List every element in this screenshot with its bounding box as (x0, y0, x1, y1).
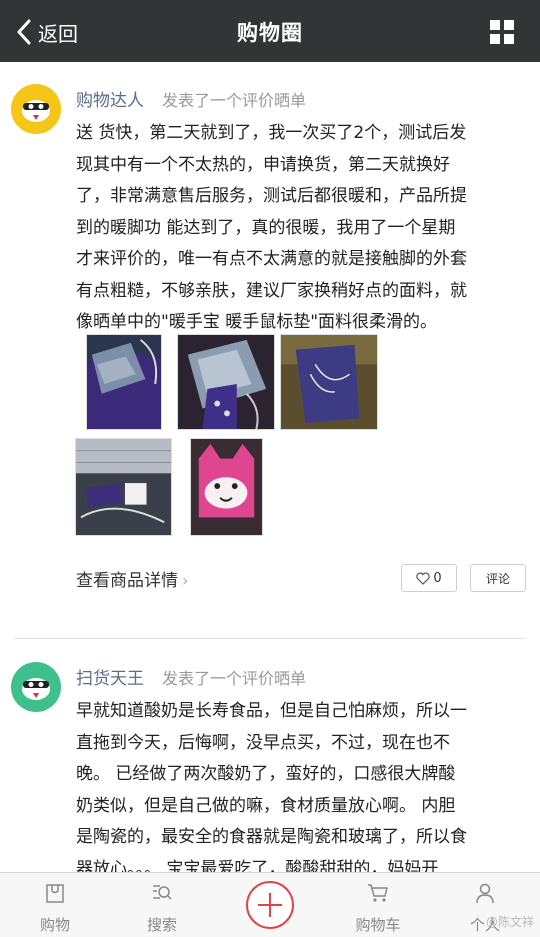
person-icon (476, 883, 494, 904)
bird-mascot-icon (22, 678, 50, 700)
publish-button[interactable] (246, 881, 294, 929)
purple-foot-warmer-photo[interactable] (86, 334, 162, 430)
like-count: 0 (433, 570, 442, 586)
post-body-line: 有点粗糙，不够亲肤，建议厂家换稍好点的面料，就 (76, 280, 467, 301)
post-divider (14, 638, 526, 639)
like-button[interactable]: 0 (401, 564, 457, 592)
post-body: 送 货快，第二天就到了，我一次买了2个，测试后发 现其中有一个不太热的，申请换货… (76, 118, 526, 339)
usb-warmer-setup-photo[interactable] (75, 438, 172, 536)
search-icon (153, 885, 172, 900)
post-body-line: 现其中有一个不太热的，申请换货，第二天就换好 (76, 154, 450, 175)
navigation-bar: 返回 购物圈 (0, 0, 540, 62)
post-body-line: 到的暖脚功 能达到了，真的很暖，我用了一个星期 (76, 217, 456, 238)
post-card: 扫货天王 发表了一个评价晒单 早就知道酸奶是长寿食品，但是自己怕麻烦，所以一 直… (0, 640, 540, 872)
tab-search[interactable]: 搜索 (117, 873, 207, 937)
post-body-line: 晚。 已经做了两次酸奶了，蛮好的，口感很大牌酸 (76, 764, 456, 784)
page-title: 购物圈 (237, 21, 303, 45)
post-username[interactable]: 扫货天王 (76, 664, 144, 689)
feed[interactable]: 购物达人 发表了一个评价晒单 送 货快，第二天就到了，我一次买了2个，测试后发 … (0, 62, 540, 872)
post-body-line: 是陶瓷的，最安全的食器就是陶瓷和玻璃了，所以食 (76, 827, 467, 847)
post-card: 购物达人 发表了一个评价晒单 送 货快，第二天就到了，我一次买了2个，测试后发 … (0, 62, 540, 632)
cart-icon (368, 884, 388, 902)
tab-cart-label: 购物车 (355, 916, 401, 934)
avatar[interactable] (11, 662, 61, 712)
comment-label: 评论 (485, 571, 510, 586)
bird-mascot-icon (22, 100, 50, 122)
watermark: @陈文祥 (485, 915, 534, 929)
floral-foot-warmer-photo[interactable] (177, 334, 275, 430)
detail-link-label: 查看商品详情 (76, 571, 178, 591)
post-body-line: 送 货快，第二天就到了，我一次买了2个，测试后发 (76, 123, 467, 143)
chevron-right-icon: › (182, 571, 189, 590)
tab-bar: 购物 搜索 购物车 个人 @陈文祥 (0, 872, 540, 937)
post-body-line: 奶类似，但是自己做的嘛，食材质量放心啊。 内胆 (76, 795, 456, 816)
comment-button[interactable]: 评论 (470, 564, 526, 592)
post-body: 早就知道酸奶是长寿食品，但是自己怕麻烦，所以一 直拖到今天，后悔啊，没早点买，不… (76, 696, 526, 872)
post-action-text: 发表了一个评价晒单 (162, 669, 307, 688)
view-product-detail-link[interactable]: 查看商品详情 › (76, 566, 188, 591)
post-body-line: 早就知道酸奶是长寿食品，但是自己怕麻烦，所以一 (76, 701, 467, 721)
tab-shopping[interactable]: 购物 (10, 873, 100, 937)
grid-icon[interactable] (490, 20, 514, 44)
post-body-line: 器放心。。。 宝宝最爱吃了，酸酸甜甜的，妈妈开 (76, 858, 439, 873)
tab-search-label: 搜索 (146, 916, 177, 934)
shopping-bag-icon (46, 884, 64, 903)
pink-fox-cushion-photo[interactable] (190, 438, 263, 536)
tab-cart[interactable]: 购物车 (333, 873, 423, 937)
post-body-line: 了，非常满意售后服务，测试后都很暖和，产品所提 (76, 186, 467, 206)
purple-pouch-photo[interactable] (280, 334, 378, 430)
tab-shopping-label: 购物 (39, 916, 70, 934)
avatar[interactable] (11, 84, 61, 134)
post-action-text: 发表了一个评价晒单 (162, 91, 307, 110)
post-username[interactable]: 购物达人 (76, 86, 144, 111)
post-body-line: 直拖到今天，后悔啊，没早点买，不过，现在也不 (76, 732, 450, 753)
post-body-line: 才来评价的，唯一有点不太满意的就是接触脚的外套 (76, 249, 467, 269)
heart-icon (416, 572, 431, 585)
